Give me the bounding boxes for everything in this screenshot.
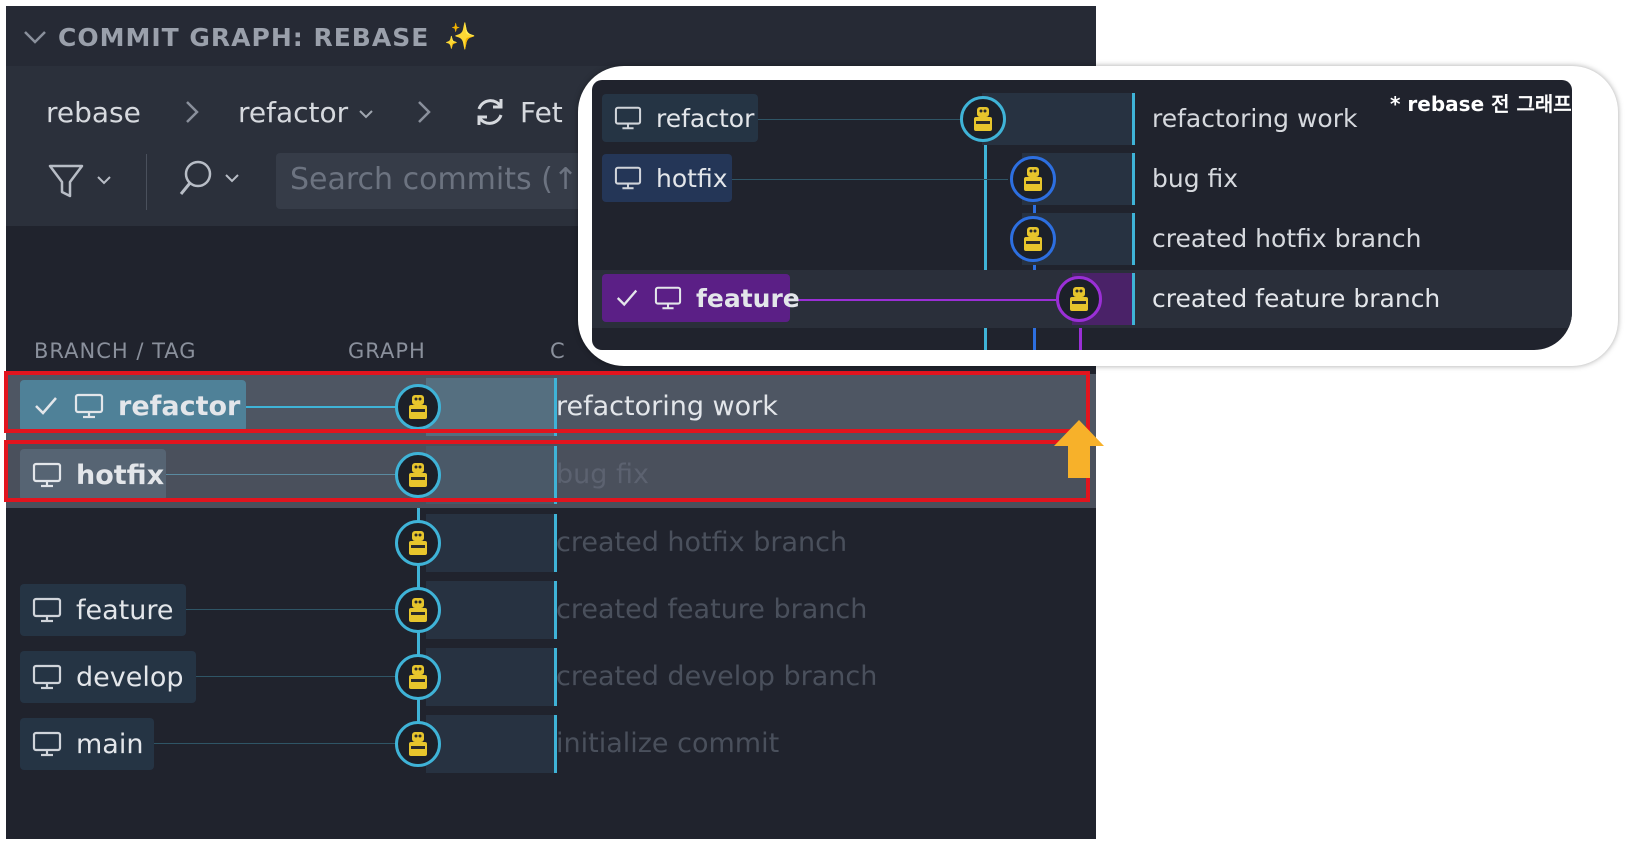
commit-avatar[interactable] <box>395 654 441 700</box>
commit-message: created feature branch <box>1152 284 1441 313</box>
graph-cell <box>426 514 556 572</box>
toolbar-divider <box>146 154 147 210</box>
graph-cell <box>426 581 556 639</box>
highlight-box-hotfix <box>4 440 1090 502</box>
monitor-icon <box>32 731 62 757</box>
inset-graph: refactor refactoring work hotfix bug fix <box>592 80 1572 350</box>
robot-avatar-icon <box>409 531 427 555</box>
checkmark-icon <box>616 289 638 307</box>
branch-name: develop <box>76 661 184 693</box>
commit-message: created develop branch <box>556 661 878 692</box>
search-icon[interactable] <box>176 156 250 200</box>
branch-chip-main[interactable]: main <box>20 718 154 770</box>
refresh-icon[interactable] <box>472 94 508 130</box>
chevron-down-icon[interactable] <box>22 24 48 50</box>
branch-chip-refactor[interactable]: refactor <box>602 94 758 142</box>
branch-connector <box>754 119 960 120</box>
inset-commit-row[interactable]: hotfix bug fix <box>592 150 1572 208</box>
graph-divider <box>1132 273 1135 325</box>
chevron-right-icon <box>186 101 199 123</box>
breadcrumb-branch[interactable]: refactor <box>238 96 348 129</box>
chevron-down-icon[interactable] <box>358 106 374 122</box>
highlight-box-refactor <box>4 371 1090 433</box>
commit-message: created feature branch <box>556 594 868 625</box>
column-header-graph: GRAPH <box>348 339 426 363</box>
commit-row[interactable]: main initialize commit <box>6 711 1096 777</box>
branch-connector <box>196 676 396 677</box>
branch-chip-feature[interactable]: feature <box>602 274 800 322</box>
commit-row[interactable]: develop created develop branch <box>6 644 1096 710</box>
commit-row[interactable]: created hotfix branch <box>6 510 1096 576</box>
robot-avatar-icon <box>409 598 427 622</box>
branch-chip-hotfix[interactable]: hotfix <box>602 154 732 202</box>
branch-name: feature <box>76 594 174 626</box>
robot-avatar-icon <box>409 732 427 756</box>
robot-avatar-icon <box>1024 167 1042 191</box>
commit-avatar[interactable] <box>1010 156 1056 202</box>
commit-avatar[interactable] <box>395 520 441 566</box>
inset-commit-row[interactable]: created hotfix branch <box>592 210 1572 268</box>
monitor-icon <box>614 166 642 190</box>
commit-avatar[interactable] <box>395 721 441 767</box>
commit-avatar[interactable] <box>1010 216 1056 262</box>
arrow-up-icon <box>1054 420 1104 478</box>
branch-connector <box>728 179 1008 180</box>
monitor-icon <box>32 664 62 690</box>
branch-chip-develop[interactable]: develop <box>20 651 196 703</box>
graph-divider <box>1132 213 1135 265</box>
branch-connector <box>186 609 396 610</box>
branch-name: feature <box>696 283 800 313</box>
column-header-branch-tag: BRANCH / TAG <box>34 339 197 363</box>
monitor-icon <box>614 106 642 130</box>
sparkles-icon: ✨ <box>444 22 477 52</box>
commit-message: created hotfix branch <box>1152 224 1422 253</box>
graph-cell <box>426 715 556 773</box>
branch-name: hotfix <box>656 163 728 193</box>
commit-message: refactoring work <box>1152 104 1358 133</box>
monitor-icon <box>654 286 682 310</box>
inset-commit-row[interactable]: feature created feature branch <box>592 270 1572 328</box>
robot-avatar-icon <box>1070 287 1088 311</box>
commit-message: bug fix <box>1152 164 1239 193</box>
branch-connector <box>786 299 1056 301</box>
commit-avatar[interactable] <box>960 96 1006 142</box>
graph-cell <box>426 648 556 706</box>
graph-divider <box>1132 153 1135 205</box>
commit-avatar[interactable] <box>395 587 441 633</box>
panel-titlebar: COMMIT GRAPH: REBASE ✨ <box>6 6 1096 67</box>
commit-message: created hotfix branch <box>556 527 848 558</box>
chevron-right-icon <box>418 101 431 123</box>
commit-message: initialize commit <box>556 728 780 759</box>
commit-row[interactable]: feature created feature branch <box>6 577 1096 643</box>
commit-avatar[interactable] <box>1056 276 1102 322</box>
filter-icon[interactable] <box>46 162 120 202</box>
panel-title: COMMIT GRAPH: REBASE <box>58 23 430 52</box>
column-header-commit: C <box>550 339 566 363</box>
graph-divider <box>1132 93 1135 145</box>
robot-avatar-icon <box>409 665 427 689</box>
branch-name: refactor <box>656 103 755 133</box>
branch-connector <box>154 743 396 744</box>
monitor-icon <box>32 597 62 623</box>
inset-caption: * rebase 전 그래프 <box>1390 92 1572 116</box>
robot-avatar-icon <box>1024 227 1042 251</box>
branch-chip-feature[interactable]: feature <box>20 584 186 636</box>
fetch-button[interactable]: Fet <box>520 96 563 129</box>
robot-avatar-icon <box>974 107 992 131</box>
breadcrumb-repo[interactable]: rebase <box>46 96 141 129</box>
branch-name: main <box>76 728 144 760</box>
